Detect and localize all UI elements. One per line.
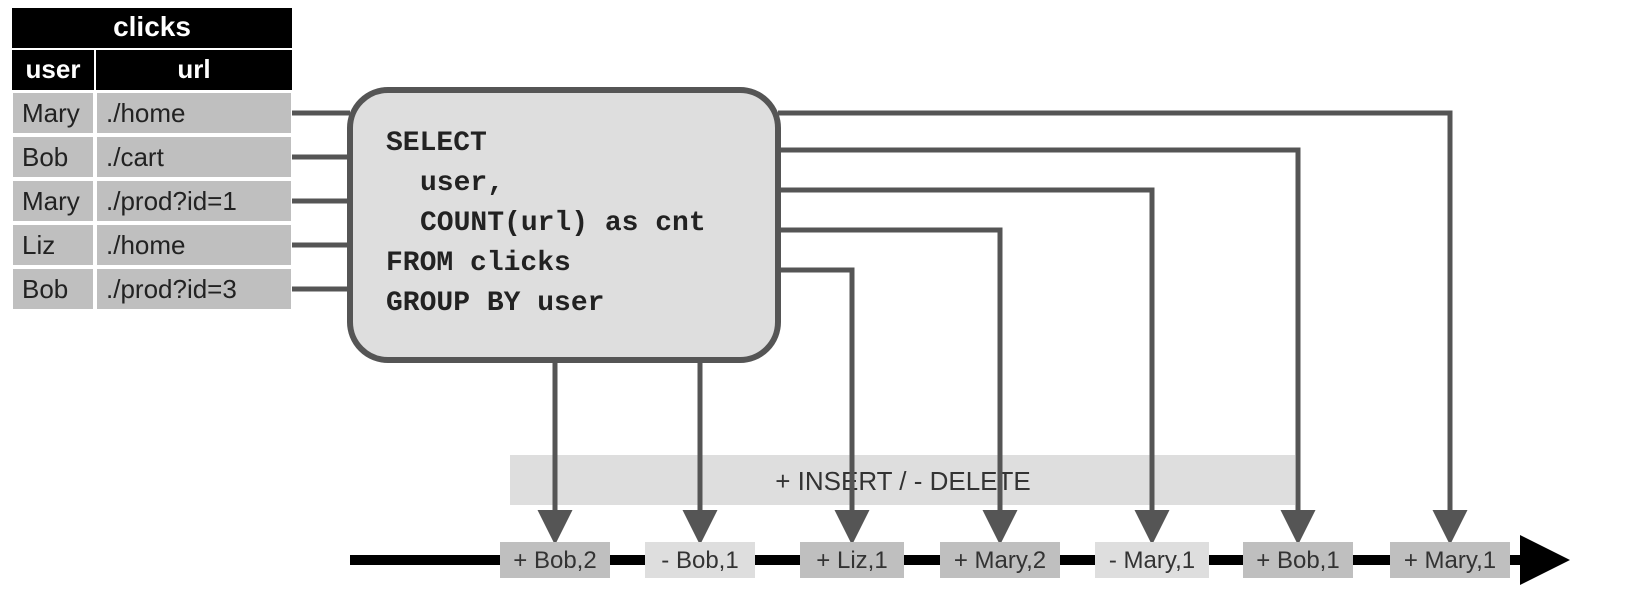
cell-user: Mary	[22, 98, 80, 128]
cell-url: ./home	[106, 230, 186, 260]
event-label: + Bob,2	[513, 547, 596, 574]
sql-line: COUNT(url) as cnt	[420, 208, 706, 239]
table-title: clicks	[113, 11, 191, 42]
col-header-url: url	[177, 54, 210, 84]
cell-user: Bob	[22, 274, 68, 304]
clicks-table: clicks user url Mary ./home Bob ./cart M…	[12, 8, 292, 310]
table-row: Mary ./prod?id=1	[12, 180, 292, 222]
cell-user: Mary	[22, 186, 80, 216]
event-box: + Mary,1	[1390, 542, 1510, 578]
event-label: + Mary,1	[1404, 547, 1496, 574]
table-to-sql-connectors	[292, 113, 350, 289]
col-header-user: user	[26, 54, 81, 84]
event-box: - Mary,1	[1095, 542, 1209, 578]
cell-user: Liz	[22, 230, 55, 260]
sql-box: SELECT user, COUNT(url) as cnt FROM clic…	[350, 90, 778, 360]
legend-text: + INSERT / - DELETE	[775, 466, 1031, 496]
event-label: - Mary,1	[1109, 547, 1195, 574]
cell-url: ./prod?id=3	[106, 274, 237, 304]
sql-line: user,	[420, 168, 504, 199]
event-box: + Bob,1	[1243, 542, 1353, 578]
table-row: Mary ./home	[12, 92, 292, 134]
event-box: + Mary,2	[940, 542, 1060, 578]
event-label: + Liz,1	[816, 547, 887, 574]
event-box: + Liz,1	[800, 542, 904, 578]
table-row: Bob ./cart	[12, 136, 292, 178]
table-row: Bob ./prod?id=3	[12, 268, 292, 310]
event-box: + Bob,2	[500, 542, 610, 578]
cell-url: ./home	[106, 98, 186, 128]
cell-url: ./cart	[106, 142, 165, 172]
cell-url: ./prod?id=1	[106, 186, 237, 216]
event-label: + Bob,1	[1256, 547, 1339, 574]
event-label: + Mary,2	[954, 547, 1046, 574]
sql-line: FROM clicks	[386, 248, 571, 279]
sql-line: SELECT	[386, 128, 487, 159]
event-box: - Bob,1	[645, 542, 755, 578]
event-label: - Bob,1	[661, 547, 738, 574]
sql-line: GROUP BY user	[386, 288, 604, 319]
cell-user: Bob	[22, 142, 68, 172]
table-row: Liz ./home	[12, 224, 292, 266]
